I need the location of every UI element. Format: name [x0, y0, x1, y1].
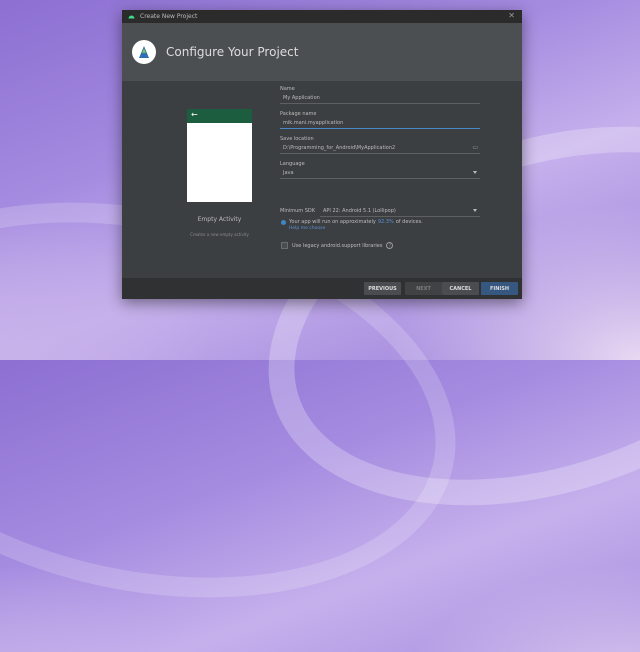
previous-button[interactable]: PREVIOUS — [364, 282, 401, 295]
back-arrow-icon: ← — [191, 110, 198, 119]
legacy-libraries-label: Use legacy android.support libraries — [292, 242, 383, 249]
info-percent: 92.3% — [377, 219, 394, 225]
activity-description: Creates a new empty activity — [190, 232, 249, 237]
language-select[interactable]: Java — [280, 168, 480, 179]
project-form: Name My Application Package name mik.man… — [280, 86, 480, 179]
package-name-field[interactable]: mik.mani.myapplication — [280, 118, 480, 129]
page-title: Configure Your Project — [166, 45, 299, 59]
name-field[interactable]: My Application — [280, 93, 480, 104]
device-coverage-info: Your app will run on approximately 92.3%… — [281, 219, 423, 225]
activity-preview: ← — [187, 109, 252, 202]
finish-button[interactable]: FINISH — [481, 282, 518, 295]
help-icon[interactable]: ? — [386, 242, 394, 249]
name-value: My Application — [283, 95, 320, 101]
dialog-header: Configure Your Project — [122, 23, 522, 81]
package-label: Package name — [280, 111, 317, 117]
save-location-value: D:\Programming_for_Android\MyApplication… — [283, 145, 396, 151]
cancel-button[interactable]: CANCEL — [442, 282, 479, 295]
name-label: Name — [280, 86, 295, 92]
minimum-sdk-label: Minimum SDK — [280, 208, 316, 214]
android-studio-icon — [128, 15, 135, 19]
info-prefix: Your app will run on approximately — [289, 219, 376, 225]
activity-name: Empty Activity — [197, 216, 242, 223]
language-label: Language — [280, 161, 305, 167]
chevron-down-icon — [473, 208, 477, 212]
dialog-footer: PREVIOUS NEXT CANCEL FINISH — [122, 278, 522, 299]
language-value: Java — [283, 170, 294, 176]
next-button[interactable]: NEXT — [405, 282, 442, 295]
create-project-dialog: Create New Project ✕ Configure Your Proj… — [122, 10, 522, 299]
minimum-sdk-row: Minimum SDK API 22: Android 5.1 (Lollipo… — [280, 206, 480, 217]
folder-icon[interactable]: ▭ — [472, 144, 478, 151]
preview-toolbar: ← — [187, 109, 252, 123]
legacy-libraries-checkbox[interactable] — [281, 242, 288, 249]
title-bar: Create New Project ✕ — [122, 10, 522, 23]
sdk-value: API 22: Android 5.1 (Lollipop) — [323, 207, 396, 214]
window-title: Create New Project — [140, 13, 198, 20]
help-me-choose-link[interactable]: Help me choose — [289, 226, 325, 231]
info-suffix: of devices. — [395, 219, 423, 225]
compass-icon — [139, 46, 149, 58]
android-studio-logo — [132, 40, 156, 64]
chevron-down-icon — [473, 171, 477, 174]
legacy-libraries-row: Use legacy android.support libraries ? — [281, 242, 394, 249]
save-location-label: Save location — [280, 136, 314, 142]
info-icon — [281, 219, 286, 225]
package-value: mik.mani.myapplication — [283, 120, 344, 126]
minimum-sdk-select[interactable]: API 22: Android 5.1 (Lollipop) — [320, 206, 480, 217]
close-icon[interactable]: ✕ — [508, 11, 515, 20]
save-location-field[interactable]: D:\Programming_for_Android\MyApplication… — [280, 143, 480, 154]
